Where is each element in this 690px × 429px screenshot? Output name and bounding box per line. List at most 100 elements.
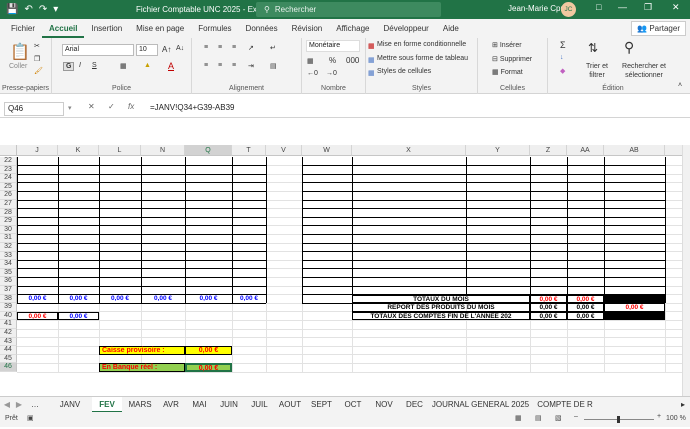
row-header[interactable]: 22 xyxy=(0,157,17,166)
column-header[interactable]: N xyxy=(141,145,185,156)
sheet-tab[interactable]: JANV xyxy=(52,397,88,413)
sheet-tab[interactable]: JUIN xyxy=(215,397,243,413)
name-box-dropdown-icon[interactable]: ▾ xyxy=(68,104,72,112)
row-header[interactable]: 33 xyxy=(0,251,17,261)
align-top-icon[interactable]: ≡ xyxy=(204,44,208,51)
banque-label[interactable]: En Banque réel : xyxy=(99,363,185,372)
zoom-slider-thumb[interactable] xyxy=(617,416,620,423)
avatar[interactable]: JC xyxy=(561,2,576,17)
tab-affichage[interactable]: Affichage xyxy=(329,19,376,38)
total-cell[interactable]: 0,00 € xyxy=(58,311,99,321)
align-center-icon[interactable]: ≡ xyxy=(218,62,222,69)
prev-sheet-icon[interactable]: ◀ xyxy=(2,397,12,413)
row-header[interactable]: 35 xyxy=(0,268,17,278)
totaux-mois-aa[interactable]: 0,00 € xyxy=(567,294,604,304)
sheet-tab[interactable]: NOV xyxy=(370,397,398,413)
banque-value[interactable]: 0,00 € xyxy=(185,363,232,372)
row-header[interactable]: 37 xyxy=(0,286,17,295)
name-box[interactable]: Q46 xyxy=(4,102,64,116)
cancel-entry-icon[interactable]: ✕ xyxy=(88,102,95,111)
sheet-tab[interactable]: MARS xyxy=(125,397,155,413)
cut-icon[interactable]: ✂ xyxy=(34,42,40,50)
zoom-level[interactable]: 100 % xyxy=(666,415,686,422)
row-header[interactable]: 25 xyxy=(0,182,17,192)
clear-icon[interactable]: ◆ xyxy=(560,67,565,75)
column-header[interactable]: V xyxy=(266,145,302,156)
confirm-entry-icon[interactable]: ✓ xyxy=(108,102,115,111)
total-cell[interactable]: 0,00 € xyxy=(99,295,141,304)
align-right-icon[interactable]: ≡ xyxy=(232,62,236,69)
tab-formules[interactable]: Formules xyxy=(191,19,238,38)
italic-button[interactable]: I xyxy=(79,62,81,69)
increase-decimal-icon[interactable]: ←0 xyxy=(307,70,318,77)
column-header[interactable]: L xyxy=(99,145,141,156)
maximize-icon[interactable]: ❐ xyxy=(644,2,652,13)
column-header[interactable]: AB xyxy=(604,145,665,156)
row-header[interactable]: 45 xyxy=(0,354,17,364)
insert-function-icon[interactable]: fx xyxy=(128,102,134,111)
formula-input[interactable]: =JANV!Q34+G39-AB39 xyxy=(150,103,235,112)
column-header[interactable]: X xyxy=(352,145,466,156)
redo-icon[interactable]: ↷ xyxy=(39,4,47,15)
align-left-icon[interactable]: ≡ xyxy=(204,62,208,69)
column-header[interactable]: W xyxy=(302,145,352,156)
page-layout-icon[interactable]: ▤ xyxy=(535,414,542,422)
select-all-corner[interactable] xyxy=(0,145,17,156)
row-header[interactable]: 28 xyxy=(0,208,17,218)
page-break-icon[interactable]: ▧ xyxy=(555,414,562,422)
insert-cells-button[interactable]: ⊞ Insérer xyxy=(492,41,522,49)
row-header[interactable]: 40 xyxy=(0,311,17,321)
row-header[interactable]: 23 xyxy=(0,165,17,175)
tab-insertion[interactable]: Insertion xyxy=(84,19,129,38)
tab-fichier[interactable]: Fichier xyxy=(4,19,42,38)
sheet-tab[interactable]: COMPTE DE R ... xyxy=(534,397,596,425)
total-cell[interactable]: 0,00 € xyxy=(17,311,58,321)
ribbon-display-icon[interactable]: □ xyxy=(596,2,601,12)
column-header[interactable]: Z xyxy=(530,145,567,156)
tab-accueil[interactable]: Accueil xyxy=(42,19,85,38)
format-table-button[interactable]: Mettre sous forme de tableau xyxy=(377,55,468,62)
row-header[interactable]: 26 xyxy=(0,191,17,200)
total-cell[interactable]: 0,00 € xyxy=(58,295,99,304)
fill-icon[interactable]: ↓ xyxy=(560,54,564,61)
sheet-tab[interactable]: JOURNAL GENERAL 2025 xyxy=(430,397,531,413)
currency-icon[interactable]: ▦ xyxy=(307,57,314,65)
row-header[interactable]: 39 xyxy=(0,303,17,312)
tab-developpeur[interactable]: Développeur xyxy=(376,19,435,38)
undo-icon[interactable]: ↶ xyxy=(24,4,32,15)
underline-button[interactable]: S xyxy=(92,62,97,69)
fill-color-icon[interactable]: ▲ xyxy=(144,62,151,69)
merge-center-icon[interactable]: ▤ xyxy=(270,62,277,70)
macro-record-icon[interactable]: ▣ xyxy=(27,414,34,422)
search-box[interactable]: ⚲ Rechercher xyxy=(256,2,441,17)
grow-font-icon[interactable]: A↑ xyxy=(162,45,171,54)
totaux-mois-z[interactable]: 0,00 € xyxy=(530,294,567,304)
vertical-scrollbar[interactable] xyxy=(682,145,690,396)
indent-icon[interactable]: ⇥ xyxy=(248,62,254,70)
zoom-out-icon[interactable]: – xyxy=(574,413,578,420)
customize-toolbar-icon[interactable]: ▾ xyxy=(53,4,58,15)
font-color-icon[interactable]: A xyxy=(168,61,174,71)
sheet-tab[interactable]: OCT xyxy=(339,397,367,413)
sheet-tab[interactable]: AOUT xyxy=(276,397,304,413)
tab-donnees[interactable]: Données xyxy=(239,19,285,38)
font-name-dropdown[interactable]: Arial xyxy=(62,44,134,56)
thousands-icon[interactable]: 000 xyxy=(346,56,359,65)
delete-cells-button[interactable]: ⊟ Supprimer xyxy=(492,55,532,63)
decrease-decimal-icon[interactable]: →0 xyxy=(326,70,337,77)
sheet-tab[interactable]: FEV xyxy=(92,397,122,413)
tab-mise-en-page[interactable]: Mise en page xyxy=(129,19,191,38)
total-cell[interactable]: 0,00 € xyxy=(185,295,232,304)
column-header[interactable]: Y xyxy=(466,145,530,156)
row-header[interactable]: 44 xyxy=(0,346,17,355)
report-aa[interactable]: 0,00 € xyxy=(567,303,604,312)
tab-aide[interactable]: Aide xyxy=(436,19,466,38)
paste-button[interactable]: Coller xyxy=(9,63,27,70)
row-header[interactable]: 29 xyxy=(0,217,17,226)
sheet-tab[interactable]: JUIL xyxy=(246,397,273,413)
user-name[interactable]: Jean-Marie Cpn xyxy=(508,4,565,13)
column-header[interactable]: T xyxy=(232,145,266,156)
totaux-fin-z[interactable]: 0,00 € xyxy=(530,311,567,321)
report-ab[interactable]: 0,00 € xyxy=(604,303,665,312)
wrap-text-icon[interactable]: ↵ xyxy=(270,44,276,52)
